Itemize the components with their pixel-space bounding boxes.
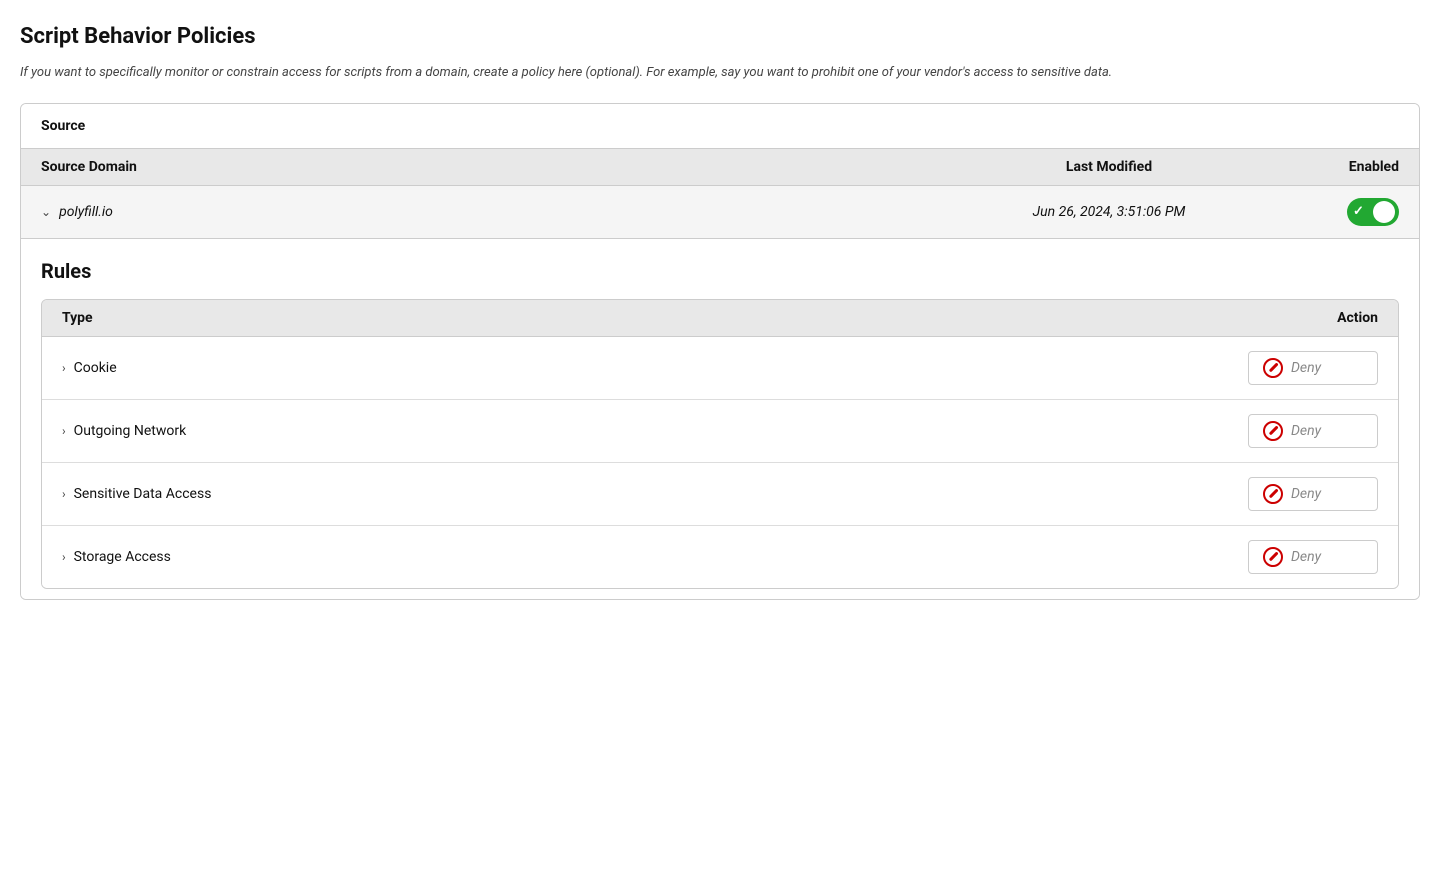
deny-icon-outgoing-network: [1263, 421, 1283, 441]
type-label-storage-access: Storage Access: [74, 549, 171, 565]
col-header-source-domain: Source Domain: [41, 159, 979, 175]
deny-icon-cookie: [1263, 358, 1283, 378]
type-label-cookie: Cookie: [74, 360, 117, 376]
source-table-header-row: Source Domain Last Modified Enabled: [21, 149, 1419, 186]
chevron-down-icon[interactable]: ⌄: [41, 205, 51, 219]
domain-value: polyfill.io: [59, 204, 113, 220]
deny-badge-cookie[interactable]: Deny: [1248, 351, 1378, 385]
type-label-outgoing-network: Outgoing Network: [74, 423, 187, 439]
rules-table: Type Action › Cookie Deny ›: [41, 299, 1399, 589]
rules-table-header-row: Type Action: [42, 300, 1398, 337]
deny-label-storage-access: Deny: [1291, 549, 1321, 565]
deny-icon-storage-access: [1263, 547, 1283, 567]
toggle-knob: [1373, 201, 1395, 223]
col-header-type: Type: [62, 310, 1068, 326]
deny-icon-sensitive-data: [1263, 484, 1283, 504]
chevron-right-icon[interactable]: ›: [62, 424, 66, 438]
deny-label-outgoing-network: Deny: [1291, 423, 1321, 439]
rules-table-row: › Outgoing Network Deny: [42, 400, 1398, 463]
chevron-right-icon[interactable]: ›: [62, 361, 66, 375]
action-cell-cookie[interactable]: Deny: [1068, 351, 1378, 385]
source-table-container: Source Source Domain Last Modified Enabl…: [20, 103, 1420, 600]
type-cell-outgoing-network: › Outgoing Network: [62, 423, 1068, 439]
action-cell-storage-access[interactable]: Deny: [1068, 540, 1378, 574]
source-section-header: Source: [21, 104, 1419, 149]
enabled-cell: ✓: [1239, 198, 1399, 226]
type-cell-cookie: › Cookie: [62, 360, 1068, 376]
col-header-last-modified: Last Modified: [979, 159, 1239, 175]
source-domain-cell: ⌄ polyfill.io: [41, 204, 979, 220]
rules-table-row: › Storage Access Deny: [42, 526, 1398, 588]
col-header-enabled: Enabled: [1239, 159, 1399, 175]
page-title: Script Behavior Policies: [20, 24, 1420, 49]
deny-label-sensitive-data: Deny: [1291, 486, 1321, 502]
rules-section: Rules Type Action › Cookie Deny: [21, 239, 1419, 599]
type-cell-sensitive-data: › Sensitive Data Access: [62, 486, 1068, 502]
source-label: Source: [41, 118, 85, 134]
last-modified-value: Jun 26, 2024, 3:51:06 PM: [979, 204, 1239, 220]
type-label-sensitive-data: Sensitive Data Access: [74, 486, 212, 502]
chevron-right-icon[interactable]: ›: [62, 550, 66, 564]
deny-badge-outgoing-network[interactable]: Deny: [1248, 414, 1378, 448]
action-cell-outgoing-network[interactable]: Deny: [1068, 414, 1378, 448]
deny-label-cookie: Deny: [1291, 360, 1321, 376]
type-cell-storage-access: › Storage Access: [62, 549, 1068, 565]
toggle-check-icon: ✓: [1353, 204, 1364, 219]
col-header-action: Action: [1068, 310, 1378, 326]
enabled-toggle[interactable]: ✓: [1347, 198, 1399, 226]
deny-badge-sensitive-data[interactable]: Deny: [1248, 477, 1378, 511]
rules-table-row: › Cookie Deny: [42, 337, 1398, 400]
deny-badge-storage-access[interactable]: Deny: [1248, 540, 1378, 574]
chevron-right-icon[interactable]: ›: [62, 487, 66, 501]
page-description: If you want to specifically monitor or c…: [20, 63, 1360, 83]
source-table-row: ⌄ polyfill.io Jun 26, 2024, 3:51:06 PM ✓: [21, 186, 1419, 239]
rules-title: Rules: [41, 259, 1399, 283]
rules-table-row: › Sensitive Data Access Deny: [42, 463, 1398, 526]
action-cell-sensitive-data[interactable]: Deny: [1068, 477, 1378, 511]
